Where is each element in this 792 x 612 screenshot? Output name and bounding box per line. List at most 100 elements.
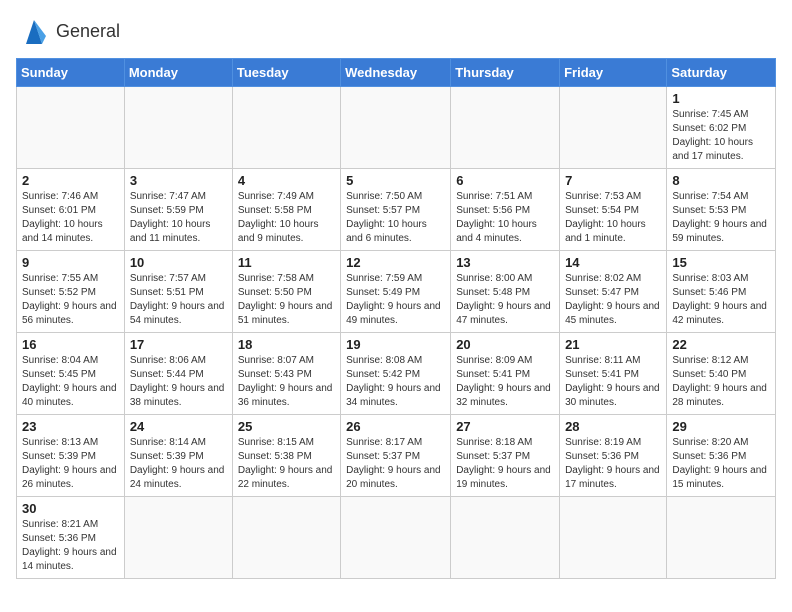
calendar-cell	[232, 87, 340, 169]
day-number: 13	[456, 255, 554, 270]
calendar-cell: 2Sunrise: 7:46 AM Sunset: 6:01 PM Daylig…	[17, 169, 125, 251]
day-info: Sunrise: 7:45 AM Sunset: 6:02 PM Dayligh…	[672, 108, 770, 164]
calendar-cell: 5 Sunrise: 7:50 AM Sunset: 5:57 PM Daylig…	[341, 169, 451, 251]
day-info: Sunrise: 8:03 AM Sunset: 5:46 PM Dayligh…	[672, 272, 770, 328]
day-info: Sunrise: 7:53 AM Sunset: 5:54 PM Dayligh…	[565, 190, 661, 246]
day-number: 3	[130, 173, 227, 188]
calendar-cell: 16 Sunrise: 8:04 AM Sunset: 5:45 PM Dayli…	[17, 333, 125, 415]
calendar: SundayMondayTuesdayWednesdayThursdayFrid…	[16, 58, 776, 579]
day-info: Sunrise: 8:17 AM Sunset: 5:37 PM Dayligh…	[346, 436, 445, 492]
weekday-header-sunday: Sunday	[17, 59, 125, 87]
day-info: Sunrise: 8:08 AM Sunset: 5:42 PM Dayligh…	[346, 354, 445, 410]
logo-text: General	[56, 21, 120, 42]
day-info: Sunrise: 8:21 AM Sunset: 5:36 PM Dayligh…	[22, 518, 119, 574]
calendar-cell: 18Sunrise: 8:07 AM Sunset: 5:43 PM Dayli…	[232, 333, 340, 415]
calendar-cell: 24 Sunrise: 8:14 AM Sunset: 5:39 PM Dayli…	[124, 415, 232, 497]
day-info: Sunrise: 8:20 AM Sunset: 5:36 PM Dayligh…	[672, 436, 770, 492]
calendar-cell: 27 Sunrise: 8:18 AM Sunset: 5:37 PM Dayli…	[451, 415, 560, 497]
calendar-cell: 19Sunrise: 8:08 AM Sunset: 5:42 PM Dayli…	[341, 333, 451, 415]
day-number: 7	[565, 173, 661, 188]
week-row-2: 9 Sunrise: 7:55 AM Sunset: 5:52 PM Daylig…	[17, 251, 776, 333]
calendar-cell: 12 Sunrise: 7:59 AM Sunset: 5:49 PM Dayli…	[341, 251, 451, 333]
calendar-cell: 4 Sunrise: 7:49 AM Sunset: 5:58 PM Daylig…	[232, 169, 340, 251]
day-info: Sunrise: 7:59 AM Sunset: 5:49 PM Dayligh…	[346, 272, 445, 328]
calendar-cell	[232, 497, 340, 579]
day-info: Sunrise: 7:49 AM Sunset: 5:58 PM Dayligh…	[238, 190, 335, 246]
day-info: Sunrise: 8:19 AM Sunset: 5:36 PM Dayligh…	[565, 436, 661, 492]
day-info: Sunrise: 7:50 AM Sunset: 5:57 PM Dayligh…	[346, 190, 445, 246]
day-number: 11	[238, 255, 335, 270]
weekday-header-tuesday: Tuesday	[232, 59, 340, 87]
day-number: 9	[22, 255, 119, 270]
calendar-cell: 25Sunrise: 8:15 AM Sunset: 5:38 PM Dayli…	[232, 415, 340, 497]
calendar-cell: 15Sunrise: 8:03 AM Sunset: 5:46 PM Dayli…	[667, 251, 776, 333]
calendar-cell	[341, 497, 451, 579]
calendar-cell: 13 Sunrise: 8:00 AM Sunset: 5:48 PM Dayli…	[451, 251, 560, 333]
weekday-header-friday: Friday	[560, 59, 667, 87]
calendar-cell	[451, 87, 560, 169]
day-info: Sunrise: 7:58 AM Sunset: 5:50 PM Dayligh…	[238, 272, 335, 328]
week-row-5: 30 Sunrise: 8:21 AM Sunset: 5:36 PM Dayli…	[17, 497, 776, 579]
weekday-header-monday: Monday	[124, 59, 232, 87]
day-number: 12	[346, 255, 445, 270]
week-row-0: 1 Sunrise: 7:45 AM Sunset: 6:02 PM Daylig…	[17, 87, 776, 169]
day-number: 24	[130, 419, 227, 434]
day-info: Sunrise: 8:04 AM Sunset: 5:45 PM Dayligh…	[22, 354, 119, 410]
calendar-cell	[667, 497, 776, 579]
calendar-cell: 8Sunrise: 7:54 AM Sunset: 5:53 PM Daylig…	[667, 169, 776, 251]
day-info: Sunrise: 7:46 AM Sunset: 6:01 PM Dayligh…	[22, 190, 119, 246]
calendar-cell: 6Sunrise: 7:51 AM Sunset: 5:56 PM Daylig…	[451, 169, 560, 251]
header: General	[16, 16, 776, 46]
calendar-cell	[451, 497, 560, 579]
day-number: 6	[456, 173, 554, 188]
day-info: Sunrise: 8:13 AM Sunset: 5:39 PM Dayligh…	[22, 436, 119, 492]
calendar-cell	[341, 87, 451, 169]
calendar-cell: 23 Sunrise: 8:13 AM Sunset: 5:39 PM Dayli…	[17, 415, 125, 497]
day-number: 20	[456, 337, 554, 352]
day-info: Sunrise: 8:07 AM Sunset: 5:43 PM Dayligh…	[238, 354, 335, 410]
day-number: 27	[456, 419, 554, 434]
weekday-header-wednesday: Wednesday	[341, 59, 451, 87]
calendar-cell: 20 Sunrise: 8:09 AM Sunset: 5:41 PM Dayli…	[451, 333, 560, 415]
calendar-cell	[560, 497, 667, 579]
calendar-cell: 11 Sunrise: 7:58 AM Sunset: 5:50 PM Dayli…	[232, 251, 340, 333]
day-info: Sunrise: 8:18 AM Sunset: 5:37 PM Dayligh…	[456, 436, 554, 492]
day-number: 14	[565, 255, 661, 270]
week-row-1: 2Sunrise: 7:46 AM Sunset: 6:01 PM Daylig…	[17, 169, 776, 251]
weekday-header-thursday: Thursday	[451, 59, 560, 87]
day-number: 4	[238, 173, 335, 188]
calendar-cell: 9 Sunrise: 7:55 AM Sunset: 5:52 PM Daylig…	[17, 251, 125, 333]
calendar-cell	[560, 87, 667, 169]
calendar-cell: 28 Sunrise: 8:19 AM Sunset: 5:36 PM Dayli…	[560, 415, 667, 497]
logo: General	[16, 16, 120, 46]
day-info: Sunrise: 8:06 AM Sunset: 5:44 PM Dayligh…	[130, 354, 227, 410]
day-number: 16	[22, 337, 119, 352]
day-number: 5	[346, 173, 445, 188]
day-info: Sunrise: 8:00 AM Sunset: 5:48 PM Dayligh…	[456, 272, 554, 328]
day-number: 23	[22, 419, 119, 434]
calendar-cell: 1 Sunrise: 7:45 AM Sunset: 6:02 PM Daylig…	[667, 87, 776, 169]
day-number: 22	[672, 337, 770, 352]
calendar-cell	[124, 497, 232, 579]
day-number: 28	[565, 419, 661, 434]
calendar-cell	[124, 87, 232, 169]
calendar-cell: 17Sunrise: 8:06 AM Sunset: 5:44 PM Dayli…	[124, 333, 232, 415]
day-info: Sunrise: 8:09 AM Sunset: 5:41 PM Dayligh…	[456, 354, 554, 410]
day-info: Sunrise: 7:57 AM Sunset: 5:51 PM Dayligh…	[130, 272, 227, 328]
calendar-cell: 7 Sunrise: 7:53 AM Sunset: 5:54 PM Daylig…	[560, 169, 667, 251]
calendar-cell: 14 Sunrise: 8:02 AM Sunset: 5:47 PM Dayli…	[560, 251, 667, 333]
day-info: Sunrise: 7:55 AM Sunset: 5:52 PM Dayligh…	[22, 272, 119, 328]
calendar-cell: 26Sunrise: 8:17 AM Sunset: 5:37 PM Dayli…	[341, 415, 451, 497]
calendar-cell: 3Sunrise: 7:47 AM Sunset: 5:59 PM Daylig…	[124, 169, 232, 251]
day-number: 30	[22, 501, 119, 516]
weekday-header-row: SundayMondayTuesdayWednesdayThursdayFrid…	[17, 59, 776, 87]
day-number: 29	[672, 419, 770, 434]
day-info: Sunrise: 8:14 AM Sunset: 5:39 PM Dayligh…	[130, 436, 227, 492]
day-number: 1	[672, 91, 770, 106]
day-info: Sunrise: 7:54 AM Sunset: 5:53 PM Dayligh…	[672, 190, 770, 246]
weekday-header-saturday: Saturday	[667, 59, 776, 87]
calendar-cell: 21Sunrise: 8:11 AM Sunset: 5:41 PM Dayli…	[560, 333, 667, 415]
calendar-cell: 29 Sunrise: 8:20 AM Sunset: 5:36 PM Dayli…	[667, 415, 776, 497]
day-info: Sunrise: 8:02 AM Sunset: 5:47 PM Dayligh…	[565, 272, 661, 328]
logo-icon	[16, 16, 52, 46]
